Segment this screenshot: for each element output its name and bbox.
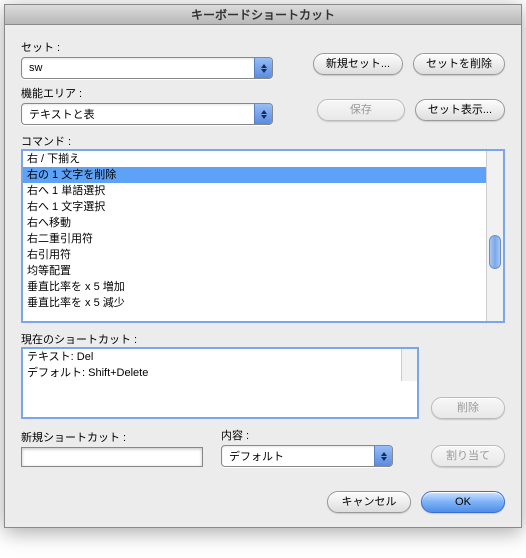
select-arrows-icon xyxy=(374,446,392,466)
command-item[interactable]: 右 / 下揃え xyxy=(23,151,486,167)
area-label: 機能エリア : xyxy=(21,85,307,101)
current-shortcut-item[interactable]: テキスト: Del xyxy=(23,349,401,365)
cancel-button[interactable]: キャンセル xyxy=(327,491,411,513)
dialog-content: セット : sw 新規セット... セットを削除 機能エリア : テキストと表 xyxy=(5,25,521,477)
command-item[interactable]: 右へ 1 単語選択 xyxy=(23,183,486,199)
dialog-title: キーボードショートカット xyxy=(5,5,521,25)
current-shortcut-listbox[interactable]: テキスト: Delデフォルト: Shift+Delete xyxy=(21,347,419,419)
context-select-value: デフォルト xyxy=(229,448,284,464)
current-shortcut-item[interactable]: デフォルト: Shift+Delete xyxy=(23,365,401,381)
new-shortcut-input[interactable] xyxy=(21,447,203,467)
set-select-value: sw xyxy=(29,62,42,74)
commands-scrollbar[interactable] xyxy=(486,151,503,321)
scrollbar-thumb[interactable] xyxy=(489,235,501,269)
command-item[interactable]: 均等配置 xyxy=(23,263,486,279)
area-select-value: テキストと表 xyxy=(29,106,95,122)
command-item[interactable]: 右引用符 xyxy=(23,247,486,263)
current-scrollbar[interactable] xyxy=(401,349,417,381)
show-set-button[interactable]: セット表示... xyxy=(415,99,505,121)
delete-set-button[interactable]: セットを削除 xyxy=(413,53,505,75)
commands-listbox[interactable]: 右 / 下揃え右の 1 文字を削除右へ 1 単語選択右へ 1 文字選択右へ移動右… xyxy=(21,149,505,323)
delete-shortcut-button: 削除 xyxy=(431,397,505,419)
dialog-window: キーボードショートカット セット : sw 新規セット... セットを削除 機能… xyxy=(4,4,522,528)
save-button: 保存 xyxy=(317,99,405,121)
context-label: 内容 : xyxy=(221,427,393,443)
command-item[interactable]: 右の 1 文字を削除 xyxy=(23,167,486,183)
current-shortcut-label: 現在のショートカット : xyxy=(21,334,137,346)
command-item[interactable]: 右二重引用符 xyxy=(23,231,486,247)
set-label: セット : xyxy=(21,39,303,55)
context-select[interactable]: デフォルト xyxy=(221,445,393,467)
set-select[interactable]: sw xyxy=(21,57,273,79)
command-item[interactable]: 右へ移動 xyxy=(23,215,486,231)
assign-button: 割り当て xyxy=(431,445,505,467)
command-item[interactable]: 垂直比率を x 5 減少 xyxy=(23,295,486,311)
new-set-button[interactable]: 新規セット... xyxy=(313,53,403,75)
new-shortcut-label: 新規ショートカット : xyxy=(21,429,203,445)
command-item[interactable]: 垂直比率を x 5 増加 xyxy=(23,279,486,295)
area-select[interactable]: テキストと表 xyxy=(21,103,273,125)
select-arrows-icon xyxy=(254,58,272,78)
select-arrows-icon xyxy=(254,104,272,124)
commands-label: コマンド : xyxy=(21,136,71,148)
dialog-footer: キャンセル OK xyxy=(5,481,521,527)
command-item[interactable]: 右へ 1 文字選択 xyxy=(23,199,486,215)
ok-button[interactable]: OK xyxy=(421,491,505,513)
